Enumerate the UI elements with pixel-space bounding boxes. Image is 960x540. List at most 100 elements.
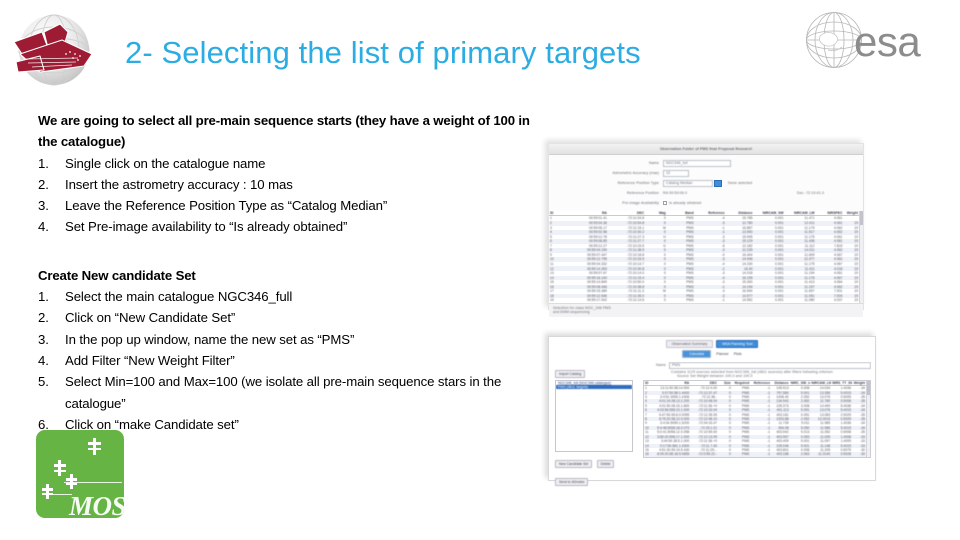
- table-cell: -72:11:14.6: [627, 298, 645, 303]
- table-row[interactable]: 19 00:59:17.002 -72:11:14.6 0 PMS -1 14.552 0.0…: [549, 298, 859, 303]
- list-item: 3. In the pop up window, name the new se…: [38, 329, 538, 350]
- form-row-preimage: Pre-Image Availability Is already obtain…: [555, 199, 857, 207]
- slide-header: 2- Selecting the list of primary targets…: [0, 0, 960, 96]
- table-cell: 19: [550, 298, 554, 303]
- table-cell: 11.080: [804, 298, 815, 303]
- candidate-name-input[interactable]: PMS: [669, 362, 871, 369]
- table-cell: 5.5007: [831, 457, 852, 458]
- import-catalog-button[interactable]: Import Catalog: [555, 370, 586, 378]
- name-label: Name: [656, 363, 666, 368]
- slide-body: We are going to select all pre-main sequ…: [38, 110, 538, 435]
- list-item-number: 4.: [38, 352, 49, 368]
- targets-table: ID RA DEC Mag Band Reference Distance NI…: [549, 211, 859, 303]
- list-item-number: 2.: [38, 310, 49, 326]
- list-item-text: Insert the astrometry accuracy : 10 mas: [65, 176, 293, 192]
- accuracy-input[interactable]: 10: [663, 169, 689, 177]
- screenshot-titlebar: Observation Folder of PMS final Proposal…: [549, 144, 863, 155]
- screenshot-observation-folder: Observation Folder of PMS final Proposal…: [548, 143, 864, 317]
- plots-label[interactable]: Plots: [734, 352, 742, 356]
- send-to-adnotes-button[interactable]: Send to ADnotes: [555, 478, 589, 486]
- table-cell: 11.1718: [771, 457, 789, 458]
- table-cell: PMS: [732, 457, 750, 458]
- list-item-text: Select Min=100 and Max=100 (we isolate a…: [65, 374, 502, 411]
- list-item-number: 1.: [38, 289, 49, 305]
- candidates-table-body: 1 13:11:50.58:14.900 -72:12:4.00 0 PMS -1 105.…: [644, 386, 866, 458]
- screenshot-footer: Selection for class NGC_346 PMS and EMM …: [549, 303, 863, 317]
- block1-heading: We are going to select all pre-main sequ…: [38, 113, 530, 150]
- list-item-number: 2.: [38, 176, 49, 192]
- table-cell: 0.001: [775, 298, 784, 303]
- screenshot-window-title: Observation Folder of PMS final Proposal…: [659, 146, 753, 151]
- vertical-scrollbar[interactable]: [859, 211, 863, 303]
- name-row: Name PMS: [643, 362, 871, 369]
- table-cell: -72:10:36.19: [690, 457, 718, 458]
- tabstrip: Observation Summary MSA Planning Tool: [549, 337, 875, 348]
- mos-logo-text: MOS: [68, 491, 124, 518]
- list-item: 4. Add Filter “New Weight Filter”: [38, 350, 538, 371]
- list-item-text: Click on “make Candidate set”: [65, 416, 239, 432]
- screenshot-form-area: Name NGC346_full Astrometric Accuracy (m…: [549, 155, 863, 211]
- catalog-list-item-pms[interactable]: PMS (4811 targets): [556, 385, 632, 389]
- tab-observation-summary[interactable]: Observation Summary: [665, 340, 714, 348]
- list-item-number: 5.: [38, 374, 49, 390]
- jwst-spacecraft-logo: [6, 10, 102, 88]
- field-label: Astrometric Accuracy (mas): [612, 170, 659, 175]
- new-candidate-set-button[interactable]: New Candidate Set: [555, 460, 593, 468]
- preimage-checkbox-label: Is already obtained: [669, 200, 702, 205]
- table-cell: -1: [721, 298, 725, 303]
- reference-position-type-select[interactable]: Catalog Median: [663, 179, 713, 187]
- mos-star-icon: [66, 474, 77, 489]
- form-row-name: Name NGC346_full: [555, 159, 857, 167]
- form-row-reftype: Reference Position Type Catalog Median N…: [555, 179, 857, 187]
- catalog-list[interactable]: NGC346_full (NGC346 catalogue) PMS (4811…: [555, 380, 633, 452]
- list-item: 3. Leave the Reference Position Type as …: [38, 195, 538, 216]
- table-cell: 14.552: [742, 298, 753, 303]
- list-item: 5. Select Min=100 and Max=100 (we isolat…: [38, 371, 538, 414]
- field-label: Reference Position Type: [617, 180, 659, 185]
- chevron-down-icon[interactable]: [714, 179, 722, 187]
- reference-position-dec: Dec -72:10:41.0: [797, 190, 825, 195]
- list-item-number: 3.: [38, 331, 49, 347]
- mos-star-icon: [88, 438, 101, 455]
- table-cell: 0:04:50.09.10.0.0550: [653, 457, 690, 458]
- name-input[interactable]: NGC346_full: [663, 159, 731, 167]
- planner-label[interactable]: Planner: [716, 352, 728, 356]
- main-content: Import Catalog NGC346_full (NGC346 catal…: [549, 360, 875, 488]
- list-item: 4. Set Pre-image availability to “Is alr…: [38, 216, 538, 237]
- list-item-number: 3.: [38, 198, 49, 214]
- screenshot-msa-planning-tool: Observation Summary MSA Planning Tool Ca…: [548, 336, 876, 486]
- table-cell: 00:59:17.002: [587, 298, 607, 303]
- scrollbar-thumb[interactable]: [860, 211, 863, 225]
- targets-table-body: 1 00:59:01.41 -72:11:04.8 0 PMS -4 15.785 0.001…: [549, 216, 859, 303]
- table-cell: 19: [854, 298, 858, 303]
- field-label: Pre-Image Availability: [622, 200, 659, 205]
- table-cell: 11.556: [810, 457, 831, 458]
- block2-heading: Create New candidate Set: [38, 267, 196, 283]
- delete-button[interactable]: Delete: [596, 460, 615, 468]
- preimage-checkbox[interactable]: [663, 201, 667, 205]
- scrollbar-thumb[interactable]: [867, 380, 870, 395]
- table-cell: -33: [852, 457, 866, 458]
- list-item-text: Set Pre-image availability to “Is alread…: [65, 219, 348, 235]
- table-row[interactable]: 170:04:50.09.10.0.0550-72:10:36.190PMS-1…: [644, 457, 866, 458]
- vertical-scrollbar[interactable]: [866, 380, 870, 457]
- list-item-text: Add Filter “New Weight Filter”: [65, 352, 235, 368]
- list-item-text: In the pop up window, name the new set a…: [65, 331, 355, 347]
- list-item-text: Leave the Reference Position Type as “Ca…: [65, 198, 388, 214]
- page-title: 2- Selecting the list of primary targets: [125, 35, 641, 70]
- list-item-number: 1.: [38, 155, 49, 171]
- left-panel-buttons: New Candidate Set Delete Send to ADnotes: [555, 452, 639, 488]
- tab-msa-planning-tool[interactable]: MSA Planning Tool: [716, 340, 759, 348]
- field-label: Reference Position: [626, 190, 659, 195]
- combo-hint: None selected: [728, 180, 753, 185]
- esa-logo: esa: [792, 6, 952, 78]
- block1-list: 1. Single click on the catalogue name 2.…: [38, 153, 538, 238]
- description-line-2: Source Set Weight between 100.0 and 100.…: [677, 374, 753, 379]
- list-item: 2. Click on “New Candidate Set”: [38, 307, 538, 328]
- list-item: 1. Single click on the catalogue name: [38, 153, 538, 174]
- table-cell: 0: [663, 298, 666, 303]
- calculate-button[interactable]: Calculate: [682, 350, 712, 358]
- table-cell: 0: [718, 457, 732, 458]
- candidates-table: ID RA DEC Size Required Reference Distan…: [644, 380, 866, 458]
